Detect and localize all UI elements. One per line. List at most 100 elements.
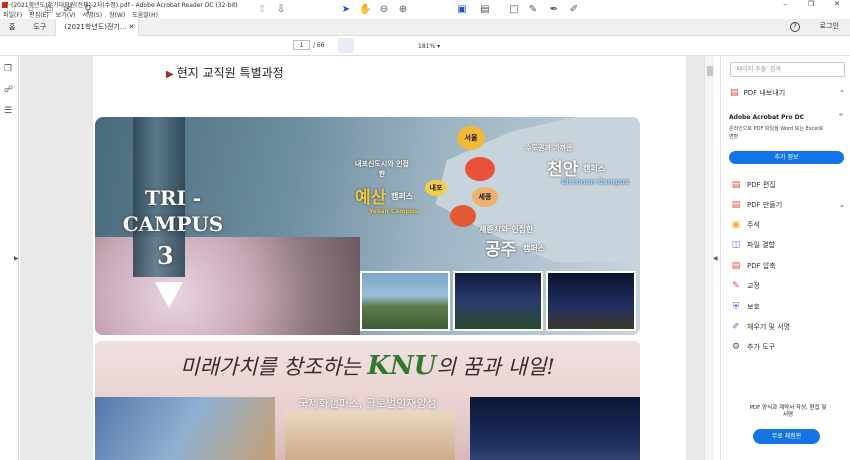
pen-icon[interactable]: ✎ bbox=[527, 3, 539, 17]
page-total: / 66 bbox=[313, 42, 325, 49]
tools-pane: '페이지 추출' 검색 ▤ PDF 내보내기 ⌃ ⚭ Adobe Acrobat… bbox=[720, 56, 850, 460]
yesan-name: 예산 bbox=[355, 188, 387, 208]
page-fit-icon[interactable]: ▣ bbox=[455, 3, 469, 17]
layers-icon[interactable]: ☰ bbox=[4, 106, 12, 116]
scroll-mode-icon[interactable]: ▤ bbox=[478, 3, 492, 17]
hand-tool-icon[interactable]: ✋ bbox=[359, 3, 371, 17]
tool-label: 채우기 및 서명 bbox=[747, 323, 791, 331]
protect-icon: ⛨ bbox=[732, 302, 740, 312]
link-icon[interactable]: ⚭ bbox=[838, 111, 844, 119]
tab-bar: 홈 도구 (2021학년도)전기... ✕ bbox=[0, 18, 850, 36]
export-pdf-header[interactable]: ▤ PDF 내보내기 ⌃ bbox=[730, 88, 845, 98]
knu-slogan-banner: 미래가치를 창조하는 KNU의 꿈과 내일! 국제화캠퍼스, 글로벌인재양성 bbox=[95, 341, 640, 460]
title-bar: (2021학년도)전기대학원(전체)-2차(수정).pdf - Adobe Ac… bbox=[0, 0, 850, 9]
left-panel-toggle-icon[interactable]: ▶ bbox=[14, 255, 19, 262]
campus-photo-cheonan bbox=[453, 271, 543, 331]
yesan-en: Yesan Campus bbox=[369, 208, 418, 215]
tab-document-label: (2021학년도)전기... bbox=[64, 22, 127, 31]
tools-search-input[interactable]: '페이지 추출' 검색 bbox=[730, 62, 845, 77]
tool-comment[interactable]: ▣ 주석 bbox=[730, 218, 760, 232]
search-icon[interactable]: ⚲ bbox=[82, 3, 94, 17]
print-icon[interactable]: ⎙ bbox=[43, 3, 55, 17]
right-panel-collapse-icon[interactable]: ◀ bbox=[713, 255, 718, 262]
campus-photo-gongju bbox=[546, 271, 636, 331]
slogan-subtitle: 국제화캠퍼스, 글로벌인재양성 bbox=[298, 397, 437, 410]
tool-compress-pdf[interactable]: ▤ PDF 압축 bbox=[730, 259, 776, 273]
login-button[interactable]: 로그인 bbox=[820, 21, 839, 31]
tool-more-tools[interactable]: ⚙ 추가 도구 bbox=[730, 340, 775, 354]
red-triangle-bullet-icon: ▶ bbox=[166, 69, 174, 80]
trial-promo-text: PDF 양식과 계약서 작성, 편집 및 서명 bbox=[749, 405, 827, 418]
more-info-button[interactable]: 추가 정보 bbox=[729, 151, 844, 164]
tri-campus-banner: TRI - CAMPUS 3 서울 내포 세종 내포신도시와 인접한 예산 캠퍼… bbox=[95, 117, 640, 335]
tri-campus-number: 3 bbox=[157, 241, 174, 270]
tool-protect[interactable]: ⛨ 보호 bbox=[730, 300, 760, 314]
page-thumbnails-icon[interactable]: ❐ bbox=[4, 64, 12, 74]
export-pdf-icon: ▤ bbox=[730, 88, 739, 98]
chevron-up-icon[interactable]: ⌃ bbox=[839, 89, 845, 97]
page-number-input[interactable]: 1 bbox=[293, 40, 310, 50]
previous-page-icon[interactable]: ⇧ bbox=[256, 3, 268, 17]
zoom-level-dropdown[interactable]: 181% ▾ bbox=[418, 43, 440, 50]
tab-tools[interactable]: 도구 bbox=[24, 19, 55, 36]
slogan: 미래가치를 창조하는 KNU의 꿈과 내일! bbox=[95, 351, 640, 381]
pro-promo-title: Adobe Acrobat Pro DC bbox=[729, 114, 805, 121]
yesan-suffix: 캠퍼스 bbox=[391, 192, 414, 201]
cheonan-en: Cheonan Campus bbox=[561, 178, 630, 186]
more-tools-icon: ⚙ bbox=[731, 342, 741, 352]
zoom-out-icon[interactable]: ⊖ bbox=[378, 3, 390, 17]
tool-combine-files[interactable]: ◫ 파일 결합 bbox=[730, 238, 775, 252]
sign-icon[interactable]: ✐ bbox=[568, 3, 580, 17]
bookmark-star-icon[interactable]: ☆ bbox=[25, 3, 37, 17]
compress-pdf-icon: ▤ bbox=[731, 261, 741, 271]
seoul-marker: 서울 bbox=[457, 126, 485, 150]
redact-icon: ✎ bbox=[732, 281, 740, 291]
naepo-marker: 내포 bbox=[425, 180, 447, 196]
section-heading: ▶ 현지 교직원 특별과정 bbox=[166, 64, 284, 81]
gongju-name: 공주 bbox=[485, 240, 517, 260]
cheonan-region-marker bbox=[465, 157, 495, 181]
chevron-down-icon[interactable]: ⌄ bbox=[839, 201, 845, 209]
gongju-region-marker bbox=[450, 205, 476, 227]
zoom-level-value: 181% bbox=[418, 43, 436, 50]
slogan-suffix: 의 꿈과 내일! bbox=[436, 355, 555, 379]
combine-files-icon: ◫ bbox=[731, 240, 741, 250]
save-icon[interactable]: ☐ bbox=[5, 3, 17, 17]
fill-sign-icon: ✐ bbox=[732, 322, 740, 332]
tab-document[interactable]: (2021학년도)전기... ✕ bbox=[55, 18, 140, 36]
email-icon[interactable]: ✉ bbox=[62, 3, 74, 17]
pro-promo-desc: 온라인으로 PDF 파일을 Word 또는 Excel로 변환 bbox=[729, 126, 824, 140]
yesan-desc: 내포신도시와 인접한 bbox=[355, 160, 409, 178]
tool-create-pdf[interactable]: ▤ PDF 만들기 ⌄ bbox=[730, 198, 845, 212]
close-tab-icon[interactable]: ✕ bbox=[128, 19, 134, 36]
edit-pdf-icon: ▤ bbox=[731, 180, 741, 190]
tool-fill-sign[interactable]: ✐ 채우기 및 서명 bbox=[730, 320, 790, 334]
tool-label: PDF 만들기 bbox=[747, 201, 783, 209]
tool-redact[interactable]: ✎ 교정 bbox=[730, 279, 760, 293]
scrollbar-thumb[interactable] bbox=[707, 66, 713, 76]
students-photo-image bbox=[285, 411, 455, 460]
tool-label: PDF 편집 bbox=[747, 181, 776, 189]
highlight-icon[interactable]: ✒ bbox=[548, 3, 560, 17]
cheonan-name: 천안 bbox=[547, 160, 579, 180]
next-page-icon[interactable]: ⇩ bbox=[275, 3, 287, 17]
select-pointer-icon[interactable]: ➤ bbox=[340, 3, 352, 17]
tool-edit-pdf[interactable]: ▤ PDF 편집 bbox=[730, 178, 776, 192]
tab-home[interactable]: 홈 bbox=[0, 19, 24, 36]
comment-icon[interactable]: □ bbox=[508, 3, 520, 17]
attachment-icon[interactable]: ☍ bbox=[4, 85, 13, 95]
gongju-suffix: 캠퍼스 bbox=[523, 244, 546, 253]
pdf-page: ▶ 현지 교직원 특별과정 TRI - CAMPUS 3 서울 내포 세종 내포신… bbox=[93, 56, 686, 460]
document-viewport[interactable]: ▶ 현지 교직원 특별과정 TRI - CAMPUS 3 서울 내포 세종 내포신… bbox=[20, 56, 704, 460]
free-trial-button[interactable]: 무료 체험판 bbox=[753, 429, 820, 444]
page-navigator: 1/ 66 bbox=[293, 40, 325, 50]
gongju-desc: 세종시와 인접한 bbox=[479, 225, 534, 234]
help-icon[interactable]: ? bbox=[790, 22, 800, 32]
section-heading-text: 현지 교직원 특별과정 bbox=[176, 66, 284, 80]
select-tool-highlight bbox=[338, 38, 354, 53]
tool-label: 보호 bbox=[747, 303, 760, 311]
zoom-in-icon[interactable]: ⊕ bbox=[397, 3, 409, 17]
cheonan-desc: 수도권과 가까운 bbox=[525, 144, 573, 152]
tool-label: 파일 결합 bbox=[747, 241, 775, 249]
tool-label: 교정 bbox=[747, 282, 760, 290]
